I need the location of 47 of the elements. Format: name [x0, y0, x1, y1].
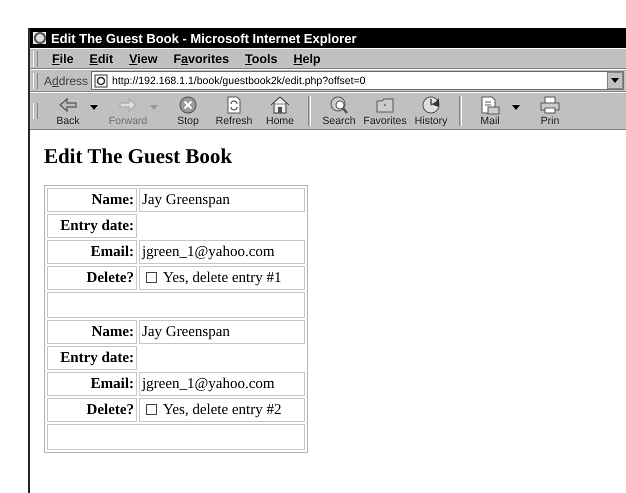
checkbox[interactable]: [146, 272, 157, 282]
menu-item[interactable]: Help: [285, 52, 329, 66]
page-icon: [94, 74, 108, 88]
toolbar-button[interactable]: History: [409, 94, 453, 128]
checkbox[interactable]: [146, 404, 157, 414]
field-label: Entry date:: [47, 214, 137, 238]
toolbar-button[interactable]: Refresh: [212, 94, 256, 128]
toolbar-button[interactable]: Stop: [166, 94, 210, 128]
address-label: Address: [44, 74, 88, 88]
toolbar-button[interactable]: Back: [46, 94, 90, 128]
dropdown-arrow[interactable]: [88, 104, 100, 110]
printer-icon: [539, 94, 561, 114]
menu-item[interactable]: View: [121, 52, 166, 66]
checkbox-label: Yes, delete entry #2: [163, 402, 282, 418]
toolbar-button[interactable]: Search: [317, 94, 361, 128]
toolbar-button[interactable]: Prin: [528, 94, 572, 128]
house-icon: [269, 94, 291, 114]
clock-icon: [420, 94, 442, 114]
field-value: jgreen_1@yahoo.com: [139, 240, 305, 264]
field-label: Entry date:: [47, 346, 137, 370]
toolbar-button[interactable]: Favorites: [363, 94, 407, 128]
search-icon: [328, 94, 350, 114]
toolbar-button[interactable]: Mail: [468, 94, 512, 128]
field-label: Delete?: [47, 266, 137, 290]
stop-icon: [177, 94, 199, 114]
field-label: Name:: [47, 188, 137, 212]
toolbar-button[interactable]: Home: [258, 94, 302, 128]
dropdown-button[interactable]: [607, 72, 623, 89]
field-value: Jay Greenspan: [139, 188, 305, 212]
field-label: Delete?: [47, 398, 137, 422]
mail-icon: [479, 94, 501, 114]
field-value: jgreen_1@yahoo.com: [139, 372, 305, 396]
field-label: Email:: [47, 372, 137, 396]
page-heading: Edit The Guest Book: [44, 144, 234, 169]
field-label: Name:: [47, 320, 137, 344]
address-field[interactable]: http://192.168.1.1/book/guestbook2k/edit.php?offset=0: [91, 71, 624, 90]
window-title: Edit The Guest Book - Microsoft Internet Explorer: [51, 30, 357, 46]
menu-item[interactable]: Edit: [82, 52, 122, 66]
menu-item[interactable]: Favorites: [165, 52, 238, 66]
field-label: Email:: [47, 240, 137, 264]
menu-item[interactable]: File: [44, 52, 82, 66]
dropdown-arrow[interactable]: [510, 104, 522, 110]
browser-icon: [32, 30, 48, 46]
checkbox-label: Yes, delete entry #1: [163, 270, 282, 286]
menu-item[interactable]: Tools: [237, 52, 286, 66]
caret-icon: [611, 78, 619, 83]
field-value: Jay Greenspan: [139, 320, 305, 344]
